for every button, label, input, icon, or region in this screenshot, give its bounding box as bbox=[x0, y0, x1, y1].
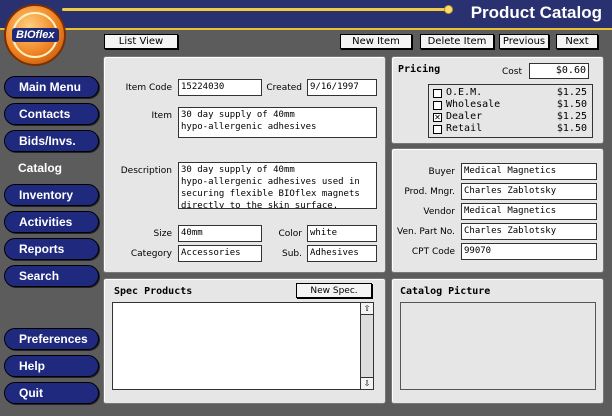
prod-mngr-field[interactable]: Charles Zablotsky bbox=[461, 183, 597, 200]
catalog-picture-frame[interactable] bbox=[400, 302, 596, 390]
spec-products-list[interactable]: ⇧ ⇩ bbox=[112, 302, 374, 390]
pricing-panel: Pricing Cost $0.60 O.E.M. $1.25 Wholesal… bbox=[391, 56, 604, 144]
title-bar-dot bbox=[444, 5, 453, 14]
wholesale-checkbox[interactable] bbox=[433, 101, 442, 110]
next-button[interactable]: Next bbox=[556, 34, 598, 49]
sidebar-item-inventory[interactable]: Inventory bbox=[4, 184, 99, 206]
bioflex-logo: BIOflex bbox=[4, 4, 66, 66]
category-field[interactable]: Accessories bbox=[178, 245, 262, 262]
sidebar-item-activities[interactable]: Activities bbox=[4, 211, 99, 233]
sidebar-item-reports[interactable]: Reports bbox=[4, 238, 99, 260]
oem-checkbox[interactable] bbox=[433, 89, 442, 98]
item-code-label: Item Code bbox=[125, 83, 172, 93]
logo-text: BIOflex bbox=[12, 28, 59, 42]
created-field[interactable]: 9/16/1997 bbox=[307, 79, 377, 96]
dealer-checkbox[interactable]: ✕ bbox=[433, 113, 442, 122]
retail-price: $1.50 bbox=[556, 123, 587, 134]
ven-part-label: Ven. Part No. bbox=[397, 227, 455, 237]
sidebar-item-main-menu[interactable]: Main Menu bbox=[4, 76, 99, 98]
buyer-label: Buyer bbox=[428, 167, 455, 177]
sidebar-item-help[interactable]: Help bbox=[4, 355, 99, 377]
color-label: Color bbox=[278, 229, 303, 239]
item-field[interactable]: 30 day supply of 40mm hypo-allergenic ad… bbox=[178, 107, 377, 138]
scroll-down-arrow-icon[interactable]: ⇩ bbox=[361, 377, 373, 389]
description-field[interactable]: 30 day supply of 40mm hypo-allergenic ad… bbox=[178, 162, 377, 209]
new-spec-button[interactable]: New Spec. bbox=[296, 283, 372, 298]
vendor-field[interactable]: Medical Magnetics bbox=[461, 203, 597, 220]
sidebar-item-preferences[interactable]: Preferences bbox=[4, 328, 99, 350]
item-label: Item bbox=[151, 111, 173, 121]
created-label: Created bbox=[266, 83, 302, 93]
window-title: Product Catalog bbox=[470, 3, 602, 22]
cpt-code-label: CPT Code bbox=[411, 247, 455, 257]
toolbar: List View New Item Delete Item Previous … bbox=[60, 30, 612, 52]
cost-label: Cost bbox=[501, 67, 522, 77]
oem-label: O.E.M. bbox=[446, 87, 483, 98]
catalog-picture-panel: Catalog Picture bbox=[391, 278, 604, 404]
item-code-field[interactable]: 15224030 bbox=[178, 79, 262, 96]
prod-mngr-label: Prod. Mngr. bbox=[404, 187, 455, 197]
size-label: Size bbox=[153, 229, 172, 239]
wholesale-price: $1.50 bbox=[556, 99, 587, 110]
spec-products-title: Spec Products bbox=[114, 286, 193, 297]
retail-label: Retail bbox=[446, 123, 483, 134]
color-field[interactable]: white bbox=[307, 225, 377, 242]
vendor-label: Vendor bbox=[423, 207, 455, 217]
title-bar-stripe bbox=[62, 8, 450, 11]
title-bar: Product Catalog bbox=[0, 0, 612, 30]
vendor-panel: Buyer Medical Magnetics Prod. Mngr. Char… bbox=[391, 148, 604, 273]
sidebar-item-contacts[interactable]: Contacts bbox=[4, 103, 99, 125]
dealer-label: Dealer bbox=[446, 111, 483, 122]
cpt-code-field[interactable]: 99070 bbox=[461, 243, 597, 260]
sidebar-item-quit[interactable]: Quit bbox=[4, 382, 99, 404]
size-field[interactable]: 40mm bbox=[178, 225, 262, 242]
ven-part-field[interactable]: Charles Zablotsky bbox=[461, 223, 597, 240]
catalog-picture-title: Catalog Picture bbox=[400, 286, 491, 297]
price-list: O.E.M. $1.25 Wholesale $1.50 ✕ Dealer $1… bbox=[428, 84, 593, 138]
description-label: Description bbox=[120, 166, 172, 176]
buyer-field[interactable]: Medical Magnetics bbox=[461, 163, 597, 180]
dealer-price: $1.25 bbox=[556, 111, 587, 122]
list-scrollbar[interactable]: ⇧ ⇩ bbox=[360, 303, 373, 389]
sidebar-item-bids-invs[interactable]: Bids/Invs. bbox=[4, 130, 99, 152]
retail-checkbox[interactable] bbox=[433, 125, 442, 134]
category-label: Category bbox=[130, 249, 172, 259]
pricing-title: Pricing bbox=[398, 64, 441, 75]
sub-label: Sub. bbox=[282, 249, 302, 259]
scroll-up-arrow-icon[interactable]: ⇧ bbox=[361, 303, 373, 315]
previous-button[interactable]: Previous bbox=[499, 34, 549, 49]
wholesale-label: Wholesale bbox=[446, 99, 501, 110]
item-detail-panel: Item Code 15224030 Created 9/16/1997 Ite… bbox=[103, 56, 386, 273]
new-item-button[interactable]: New Item bbox=[340, 34, 412, 49]
list-view-button[interactable]: List View bbox=[104, 34, 178, 49]
sidebar-item-search[interactable]: Search bbox=[4, 265, 99, 287]
oem-price: $1.25 bbox=[556, 87, 587, 98]
spec-products-panel: Spec Products New Spec. ⇧ ⇩ bbox=[103, 278, 386, 404]
sidebar-item-catalog[interactable]: Catalog bbox=[4, 157, 99, 179]
cost-field[interactable]: $0.60 bbox=[529, 63, 589, 79]
delete-item-button[interactable]: Delete Item bbox=[420, 34, 494, 49]
sub-field[interactable]: Adhesives bbox=[307, 245, 377, 262]
